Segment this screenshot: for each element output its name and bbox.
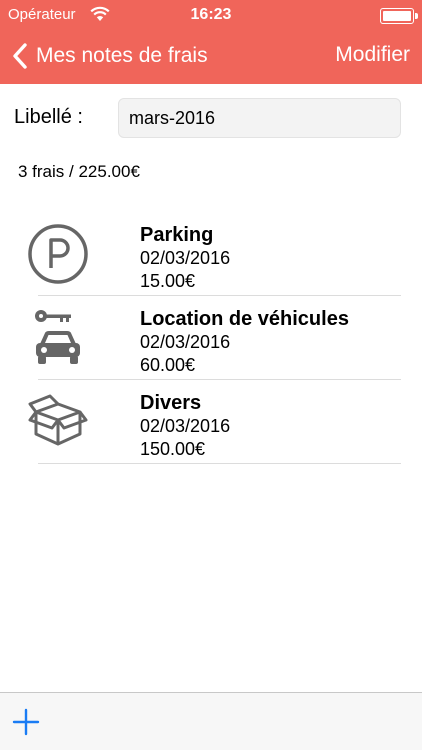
label-caption: Libellé :	[14, 106, 83, 128]
expense-amount: 60.00€	[140, 355, 196, 375]
label-input[interactable]	[118, 98, 401, 138]
edit-button[interactable]: Modifier	[335, 43, 410, 67]
back-button[interactable]: Mes notes de frais	[10, 40, 208, 72]
back-button-label: Mes notes de frais	[36, 44, 208, 67]
expense-date: 02/03/2016	[140, 416, 231, 436]
parking-icon	[28, 224, 88, 284]
expense-amount: 15.00€	[140, 271, 196, 291]
add-icon[interactable]	[12, 708, 40, 736]
navigation-header: Opérateur 16:23 Mes notes de frais Modif…	[0, 0, 422, 84]
battery-icon	[380, 8, 418, 24]
expense-row-parking[interactable]: Parking 02/03/2016 15.00€	[0, 212, 422, 296]
expense-row-divers[interactable]: Divers 02/03/2016 150.00€	[0, 380, 422, 464]
expense-date: 02/03/2016	[140, 332, 231, 352]
expense-row-car-rental[interactable]: Location de véhicules 02/03/2016 60.00€	[0, 296, 422, 380]
expense-title: Parking	[140, 224, 214, 246]
expense-title: Divers	[140, 392, 202, 414]
status-bar: Opérateur 16:23	[0, 0, 422, 30]
box-icon	[28, 394, 88, 446]
label-row: Libellé :	[14, 98, 408, 138]
row-separator	[38, 463, 401, 464]
expense-summary: 3 frais / 225.00€	[18, 162, 140, 181]
expense-date: 02/03/2016	[140, 248, 231, 268]
chevron-left-icon	[13, 43, 27, 69]
car-rental-icon	[35, 310, 80, 364]
expense-title: Location de véhicules	[140, 308, 349, 330]
status-time: 16:23	[190, 6, 232, 23]
bottom-toolbar	[0, 692, 422, 750]
expense-amount: 150.00€	[140, 439, 206, 459]
expense-list: Parking 02/03/2016 15.00€ Location de vé…	[0, 212, 422, 464]
